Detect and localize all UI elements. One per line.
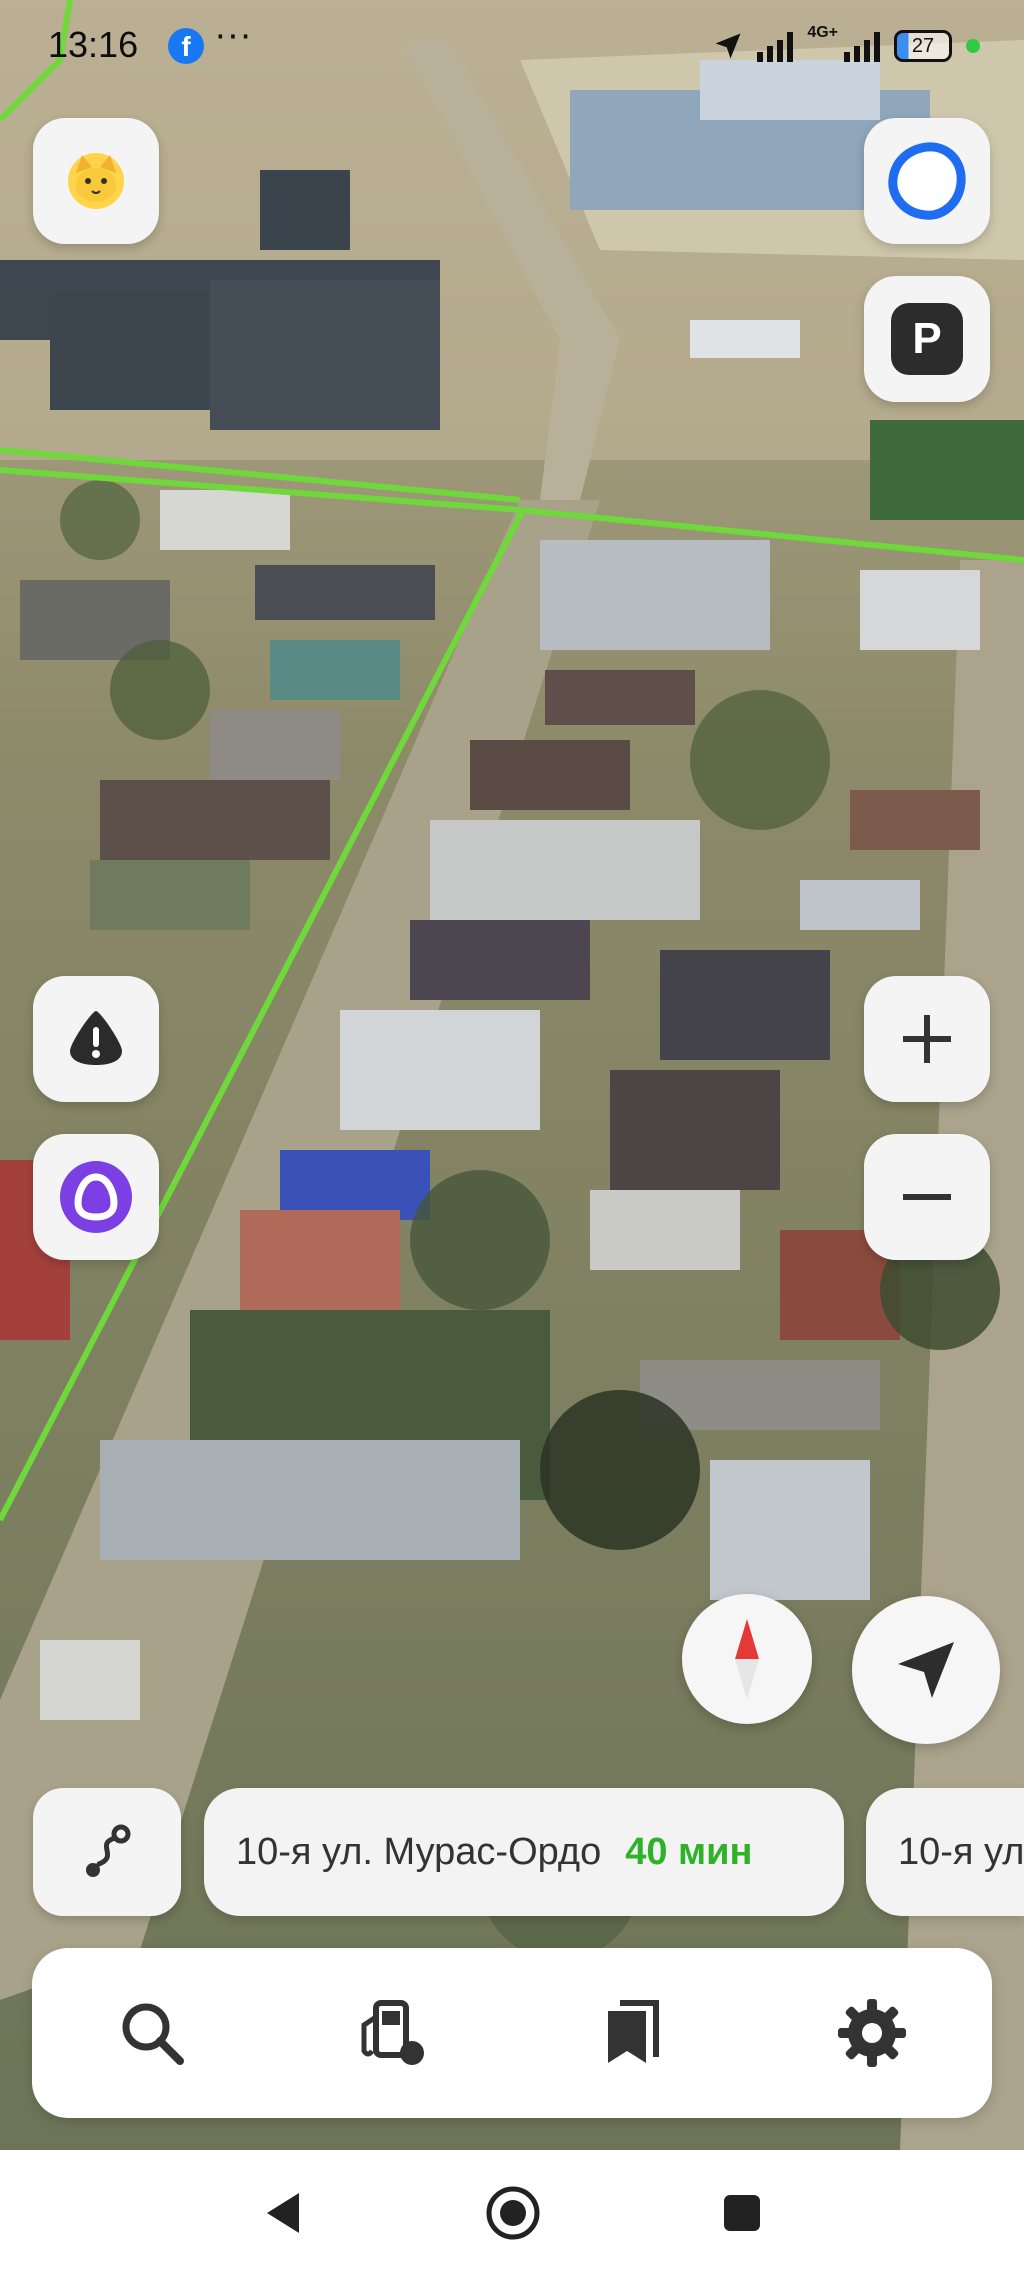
settings-icon [838, 1999, 906, 2067]
more-notifications-icon: ··· [214, 14, 252, 56]
signal-strength-2-icon [844, 30, 880, 62]
signal-strength-icon [757, 30, 794, 62]
alice-icon [60, 1161, 132, 1233]
location-arrow-icon [715, 33, 741, 59]
battery-level: 27 [911, 34, 935, 57]
parking-button[interactable]: P [864, 276, 990, 402]
report-incident-button[interactable] [33, 976, 159, 1102]
battery-icon: 27 [894, 30, 952, 62]
zoom-in-icon [903, 1015, 951, 1063]
compass-icon [735, 1619, 759, 1699]
network-type: 4G+ [807, 24, 838, 41]
compass-button[interactable] [682, 1594, 812, 1724]
navigation-arrow-icon [898, 1642, 954, 1698]
alice-assistant-button[interactable] [33, 1134, 159, 1260]
alice-ring-icon [888, 142, 966, 220]
route-destination: 10-я ул. Мурас-Ордо [236, 1830, 602, 1873]
back-icon[interactable] [261, 2189, 305, 2237]
parking-icon: P [891, 303, 963, 375]
zoom-in-button[interactable] [864, 976, 990, 1102]
warning-icon [70, 1011, 122, 1065]
route-destination-2: 10-я ул [898, 1830, 1024, 1873]
facebook-notification-icon: f [168, 28, 204, 64]
route-suggestion-chip[interactable]: 10-я ул. Мурас-Ордо 40 мин [204, 1788, 844, 1916]
fuel-icon [361, 2000, 424, 2065]
bottom-toolbar [32, 1948, 992, 2118]
bookmarks-icon [608, 2000, 659, 2063]
cat-avatar-icon [68, 153, 124, 209]
zoom-out-button[interactable] [864, 1134, 990, 1260]
zoom-out-icon [903, 1194, 951, 1200]
alice-ring-button[interactable] [864, 118, 990, 244]
system-navigation-bar [0, 2150, 1024, 2276]
search-button[interactable] [92, 1973, 212, 2093]
recents-icon[interactable] [721, 2192, 763, 2234]
route-eta: 40 мин [625, 1830, 753, 1873]
status-bar: 13:16 f ··· 4G+ 27 [0, 0, 1024, 92]
bookmarks-button[interactable] [572, 1973, 692, 2093]
my-location-button[interactable] [852, 1596, 1000, 1744]
route-icon [86, 1824, 131, 1877]
parking-label: P [912, 314, 942, 363]
profile-button[interactable] [33, 118, 159, 244]
route-suggestion-chip-2[interactable]: 10-я ул [866, 1788, 1024, 1916]
settings-button[interactable] [812, 1973, 932, 2093]
home-icon[interactable] [485, 2185, 541, 2241]
search-icon [122, 2003, 184, 2065]
status-time: 13:16 [48, 24, 139, 65]
fuel-button[interactable] [332, 1973, 452, 2093]
privacy-indicator-icon [966, 39, 980, 53]
route-button[interactable] [33, 1788, 181, 1916]
